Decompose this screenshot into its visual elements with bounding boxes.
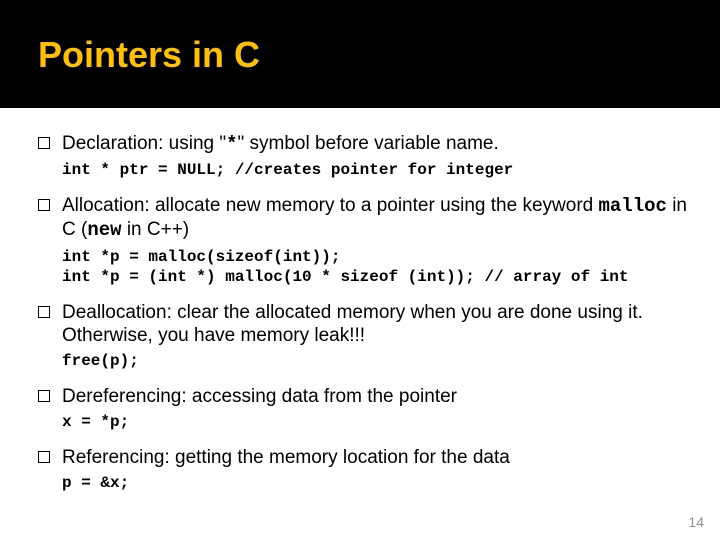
allocation-code2: int *p = (int *) malloc(10 * sizeof (int… [62,267,698,287]
alloc-pre: Allocation: allocate new memory to a poi… [62,195,599,216]
slide-content: Declaration: using "*" symbol before var… [38,132,698,493]
decl-pre: Declaration: using " [62,133,226,154]
item-allocation: Allocation: allocate new memory to a poi… [38,194,698,286]
decl-post: " symbol before variable name. [238,133,499,154]
deallocation-code: free(p); [62,351,698,371]
referencing-text: Referencing: getting the memory location… [62,446,510,469]
dereferencing-code: x = *p; [62,412,698,432]
decl-star: * [226,133,237,155]
alloc-kw2: new [87,219,121,241]
bullet-icon [38,306,50,318]
allocation-text: Allocation: allocate new memory to a poi… [62,194,698,242]
referencing-code: p = &x; [62,473,698,493]
item-dereferencing: Dereferencing: accessing data from the p… [38,385,698,432]
allocation-code1: int *p = malloc(sizeof(int)); [62,247,698,267]
item-referencing: Referencing: getting the memory location… [38,446,698,493]
page-number: 14 [688,514,704,530]
alloc-kw1: malloc [599,195,667,217]
slide-title: Pointers in C [38,34,260,76]
bullet-icon [38,390,50,402]
bullet-icon [38,451,50,463]
declaration-code: int * ptr = NULL; //creates pointer for … [62,160,698,180]
title-bar: Pointers in C [0,0,720,108]
deallocation-text: Deallocation: clear the allocated memory… [62,301,698,347]
dereferencing-text: Dereferencing: accessing data from the p… [62,385,457,408]
item-declaration: Declaration: using "*" symbol before var… [38,132,698,180]
item-deallocation: Deallocation: clear the allocated memory… [38,301,698,371]
bullet-icon [38,199,50,211]
alloc-post: in C++) [122,219,190,240]
bullet-icon [38,137,50,149]
declaration-text: Declaration: using "*" symbol before var… [62,132,499,156]
